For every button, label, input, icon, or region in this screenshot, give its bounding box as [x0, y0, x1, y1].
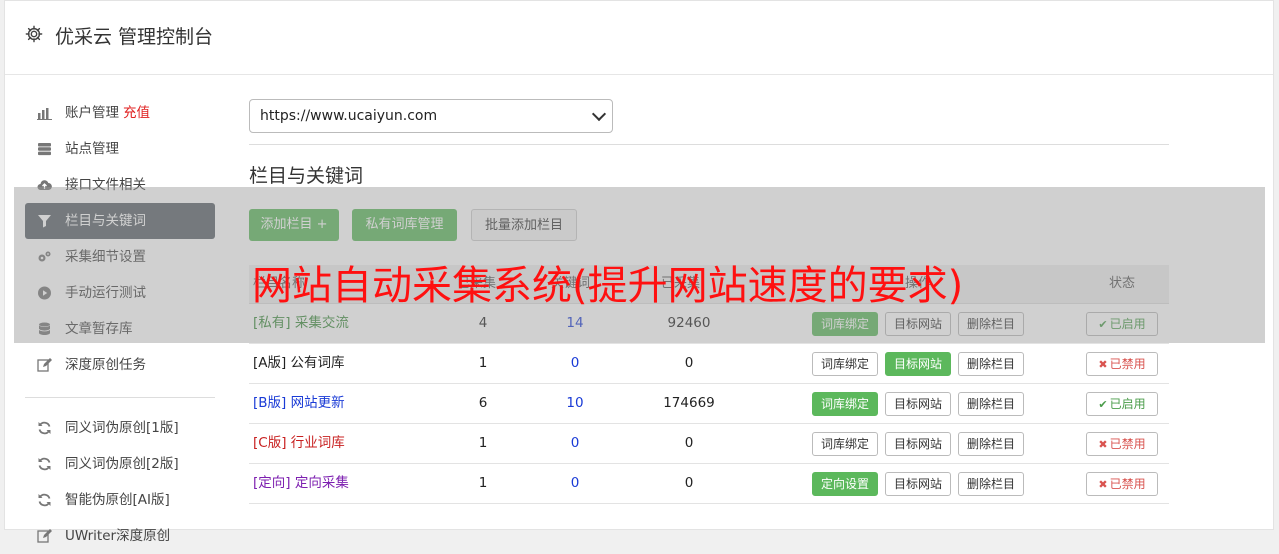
site-select-value: https://www.ucaiyun.com [260, 108, 438, 124]
bind-lib-button[interactable]: 定向设置 [812, 472, 879, 496]
collected-count: 1 [478, 435, 488, 451]
sidebar-item-label: 同义词伪原创[2版] [65, 456, 179, 472]
x-icon: ✖ [1098, 438, 1108, 451]
sidebar-item[interactable]: 账户管理 充值 [25, 95, 215, 131]
status-toggle[interactable]: ✖ 已禁用 [1086, 432, 1158, 456]
collected-count: 6 [478, 395, 488, 411]
keyword-count[interactable]: 0 [545, 464, 605, 502]
sidebar-item-label: 站点管理 [65, 141, 119, 157]
bar-chart-icon [37, 106, 52, 120]
column-name[interactable]: [B版] 网站更新 [253, 384, 345, 422]
delete-column-button[interactable]: 删除栏目 [958, 432, 1025, 456]
x-icon: ✖ [1098, 478, 1108, 491]
column-name[interactable]: [C版] 行业词库 [253, 424, 345, 462]
refresh-icon [37, 493, 52, 507]
sidebar-divider [25, 397, 215, 398]
status-label: 已禁用 [1109, 437, 1146, 451]
page-title: 优采云 管理控制台 [55, 26, 214, 48]
server-icon [37, 142, 52, 156]
gear-icon [25, 25, 43, 43]
divider [249, 144, 1169, 145]
header: 优采云 管理控制台 [5, 1, 1273, 75]
column-name[interactable]: [定向] 定向采集 [253, 464, 349, 502]
delete-column-button[interactable]: 删除栏目 [958, 472, 1025, 496]
sidebar-item-label: UWriter深度原创 [65, 528, 171, 544]
bind-lib-button[interactable]: 词库绑定 [812, 392, 879, 416]
edit-icon [37, 529, 52, 543]
table-row: [A版] 公有词库 1 0 0 词库绑定 目标网站 删除栏目 ✖ 已禁用 [249, 344, 1169, 384]
collected-count: 1 [478, 475, 488, 491]
total-count: 174669 [663, 395, 715, 411]
bind-lib-button[interactable]: 词库绑定 [812, 432, 879, 456]
total-count: 0 [684, 435, 694, 451]
site-select[interactable]: https://www.ucaiyun.com [249, 99, 613, 133]
target-site-button[interactable]: 目标网站 [885, 352, 952, 376]
status-label: 已禁用 [1109, 357, 1146, 371]
table-row: [定向] 定向采集 1 0 0 定向设置 目标网站 删除栏目 ✖ 已禁用 [249, 464, 1169, 504]
banner-title: 网站自动采集系统(提升网站速度的要求) [252, 263, 964, 309]
column-name[interactable]: [A版] 公有词库 [253, 344, 345, 382]
target-site-button[interactable]: 目标网站 [885, 392, 952, 416]
delete-column-button[interactable]: 删除栏目 [958, 352, 1025, 376]
delete-column-button[interactable]: 删除栏目 [958, 392, 1025, 416]
section-title: 栏目与关键词 [249, 165, 364, 187]
bind-lib-button[interactable]: 词库绑定 [812, 352, 879, 376]
sidebar-item[interactable]: 深度原创任务 [25, 347, 215, 383]
keyword-count[interactable]: 0 [545, 344, 605, 382]
total-count: 0 [684, 475, 694, 491]
recharge-link[interactable]: 充值 [123, 105, 150, 121]
chevron-down-icon [591, 106, 607, 122]
keyword-count[interactable]: 0 [545, 424, 605, 462]
refresh-icon [37, 457, 52, 471]
status-toggle[interactable]: ✔ 已启用 [1086, 392, 1158, 416]
target-site-button[interactable]: 目标网站 [885, 432, 952, 456]
sidebar-item[interactable]: 同义词伪原创[1版] [25, 410, 215, 446]
x-icon: ✖ [1098, 358, 1108, 371]
sidebar-item-label: 深度原创任务 [65, 357, 146, 373]
status-toggle[interactable]: ✖ 已禁用 [1086, 472, 1158, 496]
refresh-icon [37, 421, 52, 435]
sidebar-item-label: 账户管理 [65, 105, 119, 121]
sidebar-item[interactable]: 站点管理 [25, 131, 215, 167]
keyword-count[interactable]: 10 [545, 384, 605, 422]
target-site-button[interactable]: 目标网站 [885, 472, 952, 496]
collected-count: 1 [478, 355, 488, 371]
status-toggle[interactable]: ✖ 已禁用 [1086, 352, 1158, 376]
sidebar-item[interactable]: 智能伪原创[AI版] [25, 482, 215, 518]
table-row: [C版] 行业词库 1 0 0 词库绑定 目标网站 删除栏目 ✖ 已禁用 [249, 424, 1169, 464]
edit-icon [37, 358, 52, 372]
table-row: [B版] 网站更新 6 10 174669 词库绑定 目标网站 删除栏目 ✔ 已启用 [249, 384, 1169, 424]
status-label: 已禁用 [1109, 477, 1146, 491]
sidebar-item-label: 智能伪原创[AI版] [65, 492, 170, 508]
status-label: 已启用 [1109, 397, 1146, 411]
sidebar-item[interactable]: 同义词伪原创[2版] [25, 446, 215, 482]
check-icon: ✔ [1098, 398, 1108, 411]
sidebar-item[interactable]: UWriter深度原创 [25, 518, 215, 554]
total-count: 0 [684, 355, 694, 371]
sidebar-item-label: 同义词伪原创[1版] [65, 420, 179, 436]
